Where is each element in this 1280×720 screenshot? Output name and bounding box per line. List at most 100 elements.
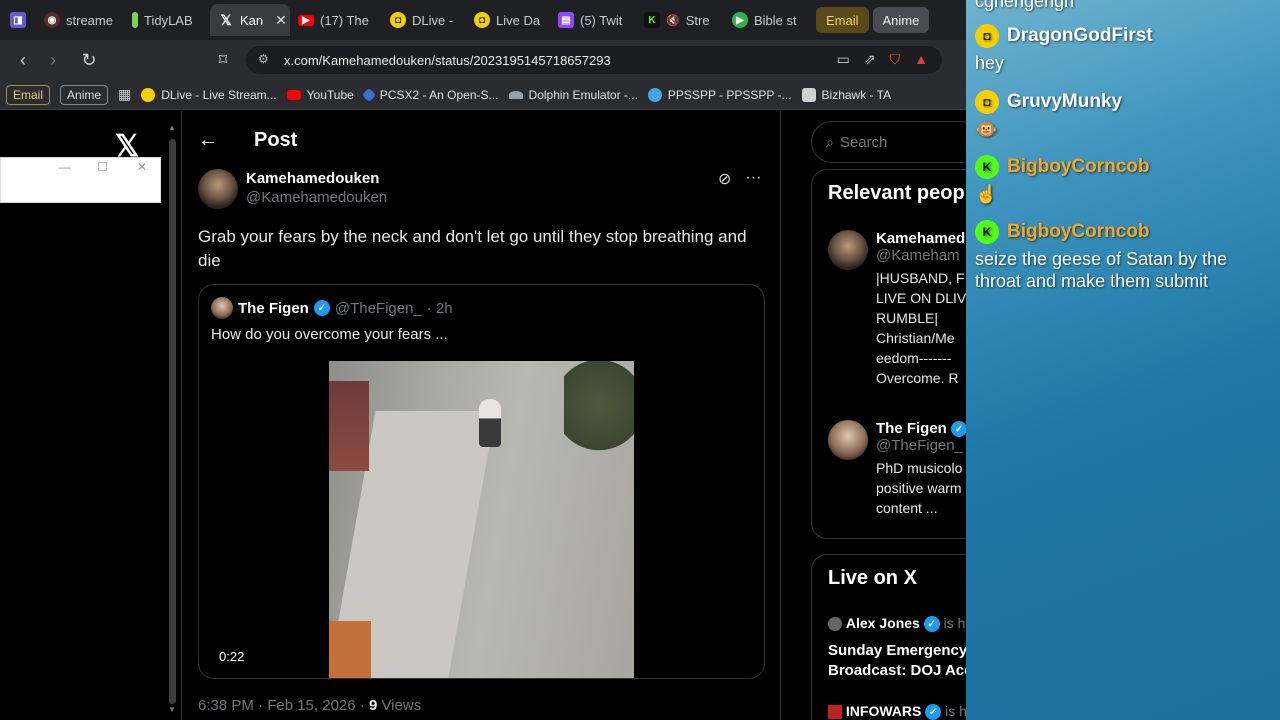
bookmark-dolphin[interactable]: Dolphin Emulator -... <box>508 87 638 102</box>
back-arrow-icon[interactable]: ‹ <box>8 50 38 71</box>
tab-8[interactable]: ▶ Bible st <box>724 4 812 36</box>
tab-2-active[interactable]: 𝕏 Kan ✕ <box>210 4 290 36</box>
author-handle[interactable]: @Kamehamedouken <box>246 188 387 208</box>
youtube-icon <box>286 89 301 100</box>
flask-icon <box>132 12 138 28</box>
live-host-name[interactable]: INFOWARS <box>846 703 921 719</box>
cast-icon[interactable]: ▭ <box>837 51 850 68</box>
tab-3[interactable]: ▶ (17) The <box>290 4 382 36</box>
tab-6[interactable]: ▤ (5) Twit <box>550 4 636 36</box>
avatar[interactable] <box>828 420 868 460</box>
quote-text: How do you overcome your fears ... <box>211 326 448 343</box>
kick-icon: K <box>644 12 660 28</box>
chat-text: 🐵 <box>975 119 998 139</box>
post-author[interactable]: Kamehamedouken @Kamehamedouken <box>198 169 387 209</box>
more-options-icon[interactable]: ··· <box>745 169 761 189</box>
grok-icon[interactable]: ⊘ <box>718 169 731 189</box>
person-bio: PhD musicolo positive warm content ... <box>876 460 963 517</box>
back-arrow-icon[interactable]: ← <box>198 129 218 152</box>
scrollbar-thumb[interactable] <box>169 139 176 704</box>
youtube-icon: ▶ <box>298 14 314 26</box>
avatar[interactable] <box>828 230 868 270</box>
verified-badge-icon: ✓ <box>925 704 942 720</box>
email-tab-group[interactable]: Email <box>816 7 869 33</box>
relevant-person[interactable]: Kamehamed @Kameham |HUSBAND, F LIVE ON D… <box>828 230 966 388</box>
dlive-icon: ◘ <box>390 12 406 28</box>
tab-workspace[interactable]: ◨ <box>0 4 36 36</box>
close-tab-icon[interactable]: ✕ <box>275 12 287 29</box>
tab-5[interactable]: ◘ Live Da <box>466 4 550 36</box>
bookmark-dlive[interactable]: DLive - Live Stream... <box>141 87 277 102</box>
person-handle[interactable]: @Kameham <box>876 247 966 264</box>
person-handle[interactable]: @TheFigen_ <box>876 437 966 454</box>
post-metadata: 6:38 PM · Feb 15, 2026 · 9 Views <box>198 697 421 714</box>
share-icon[interactable]: ⇗ <box>864 51 876 68</box>
streamer-icon: ◉ <box>44 12 60 28</box>
column-divider-right <box>780 111 781 720</box>
play-icon: ▶ <box>732 12 748 28</box>
bookmark-bizhawk[interactable]: Bizhawk - TA <box>801 87 892 102</box>
avatar[interactable] <box>198 169 238 209</box>
maximize-icon[interactable]: ☐ <box>97 160 108 174</box>
bookmark-ppsspp[interactable]: PPSSPP - PPSSPP -... <box>647 87 792 102</box>
verified-badge-icon: ✓ <box>313 300 330 316</box>
floating-window: — ☐ ✕ <box>0 157 161 203</box>
quote-header: The Figen ✓ @TheFigen_ · 2h <box>211 297 453 319</box>
tab-7[interactable]: K 🔇 Stre <box>636 4 724 36</box>
bookmark-label: PPSSPP - PPSSPP -... <box>667 87 792 102</box>
chat-text: seize the geese of Satan by the throat a… <box>975 249 1228 291</box>
avatar[interactable] <box>211 297 233 319</box>
author-name[interactable]: Kamehamedouken <box>246 169 387 188</box>
search-icon: ⌕ <box>826 133 834 150</box>
quoted-post[interactable]: The Figen ✓ @TheFigen_ · 2h How do you o… <box>198 284 765 679</box>
bookmark-icon[interactable]: ⌑ <box>208 50 238 70</box>
live-host-suffix: is ho <box>945 703 966 719</box>
search-input[interactable]: ⌕ Search <box>811 121 966 163</box>
bookmark-anime[interactable]: Anime <box>60 84 109 105</box>
bookmark-pcsx2[interactable]: PCSX2 - An Open-S... <box>361 87 499 102</box>
anime-tab-group[interactable]: Anime <box>872 7 930 33</box>
live-host-row[interactable]: Alex Jones ✓ is ho <box>828 615 966 633</box>
chat-message: ◘ DragonGodFirst hey <box>975 24 1153 74</box>
brave-shield-icon[interactable]: ⛉ <box>890 51 901 68</box>
forward-arrow-icon[interactable]: › <box>38 50 68 71</box>
tab-0[interactable]: ◉ streame <box>36 4 124 36</box>
close-icon[interactable]: ✕ <box>137 160 147 174</box>
tab-label: Bible st <box>754 12 797 28</box>
live-host-name[interactable]: Alex Jones <box>846 615 920 631</box>
tab-label: Kan <box>240 12 264 28</box>
minimize-icon[interactable]: — <box>59 160 71 174</box>
bookmark-youtube[interactable]: YouTube <box>286 88 354 102</box>
tab-label: TidyLAB <box>144 12 193 28</box>
scroll-up-arrow-icon[interactable]: ▲ <box>168 123 176 132</box>
tab-1[interactable]: TidyLAB <box>124 4 210 36</box>
scrollbar[interactable]: ▲ ▼ <box>166 121 178 714</box>
tab-label: Live Da <box>496 12 541 28</box>
person-name[interactable]: The Figen ✓ <box>876 420 966 438</box>
brave-rewards-icon[interactable]: ▲ <box>914 51 928 68</box>
site-info-icon[interactable]: ⚙ <box>258 52 269 66</box>
video-player[interactable] <box>329 361 634 678</box>
address-bar[interactable]: ⚙ x.com/Kamehamedouken/status/2023195145… <box>246 46 942 74</box>
bookmark-label: Bizhawk - TA <box>821 87 892 102</box>
reload-icon[interactable]: ↻ <box>74 50 104 71</box>
relevant-person[interactable]: The Figen ✓ @TheFigen_ PhD musicolo posi… <box>828 420 966 518</box>
verified-badge-icon: ✓ <box>951 421 966 438</box>
chat-username: BigboyCorncob <box>1007 221 1150 242</box>
scroll-down-arrow-icon[interactable]: ▼ <box>168 705 176 714</box>
video-frame-people <box>329 381 369 471</box>
person-name[interactable]: Kamehamed <box>876 230 966 247</box>
bookmark-label: Dolphin Emulator -... <box>528 87 638 102</box>
kick-badge-icon: K <box>975 220 999 244</box>
live-broadcast-title[interactable]: Sunday Emergency Broadcast: DOJ Acc <box>828 641 966 681</box>
quote-author-handle[interactable]: @TheFigen_ <box>335 300 422 317</box>
bookmark-email[interactable]: Email <box>6 84 51 105</box>
apps-grid-icon[interactable]: ▦ <box>118 86 131 103</box>
post-timestamp[interactable]: 6:38 PM · Feb 15, 2026 · <box>198 697 369 714</box>
live-host-row[interactable]: INFOWARS ✓ is ho <box>828 703 966 720</box>
chat-username: DragonGodFirst <box>1007 25 1153 46</box>
chat-message-fragment: cgnengengn <box>975 0 1075 11</box>
chat-text: ☝ <box>975 184 998 204</box>
tab-4[interactable]: ◘ DLive - <box>382 4 466 36</box>
quote-author-name[interactable]: The Figen <box>238 300 309 317</box>
